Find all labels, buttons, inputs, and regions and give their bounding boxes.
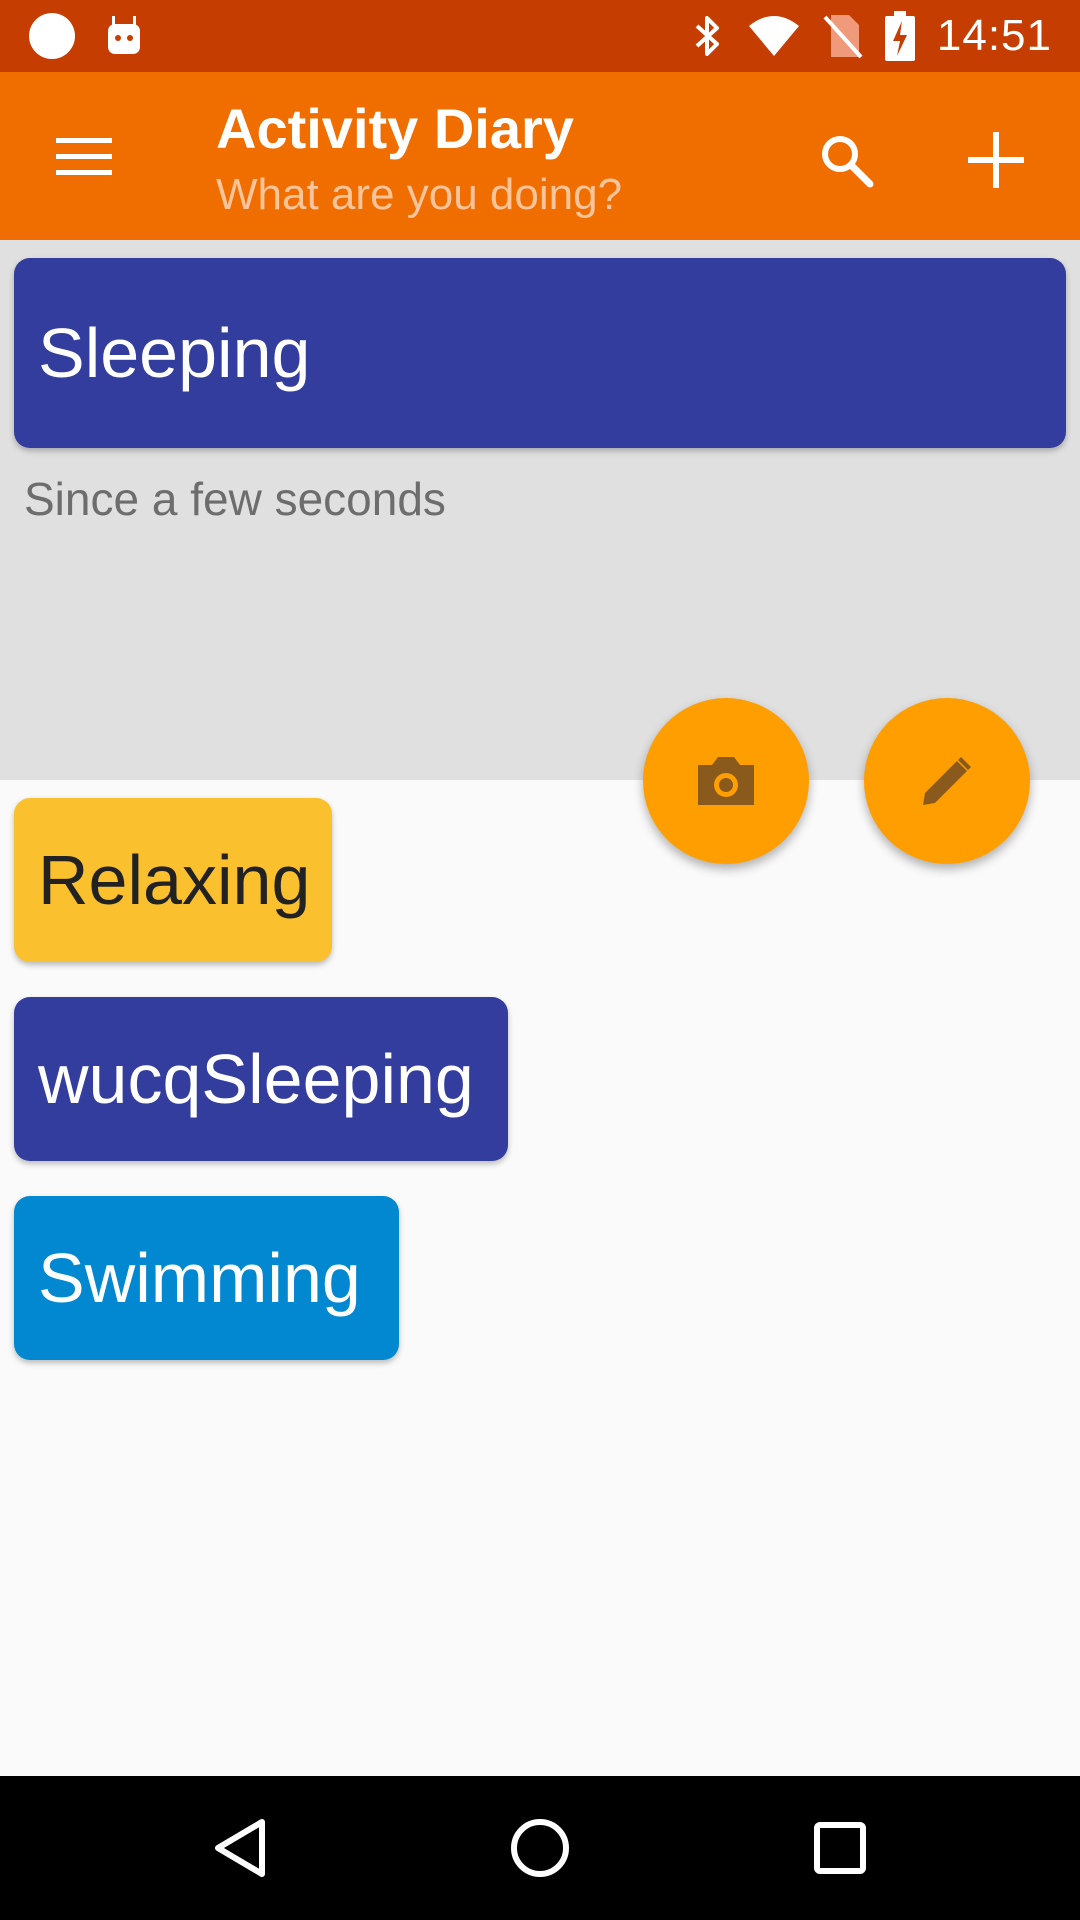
back-icon	[215, 1819, 265, 1877]
home-button[interactable]	[480, 1798, 600, 1898]
home-icon	[511, 1819, 569, 1877]
circle-notification-icon	[29, 13, 75, 59]
edit-note-button[interactable]	[864, 698, 1030, 864]
edit-icon	[923, 757, 971, 805]
status-bar: 14:51	[0, 0, 1080, 72]
search-button[interactable]	[800, 114, 892, 206]
activity-chip[interactable]: Swimming	[14, 1196, 399, 1360]
camera-button[interactable]	[643, 698, 809, 864]
menu-button[interactable]	[36, 112, 132, 200]
navigation-bar	[0, 1776, 1080, 1920]
activity-chip-label: wucqSleeping	[38, 1040, 474, 1118]
no-sim-icon	[823, 15, 863, 59]
activity-chip[interactable]: wucqSleeping	[14, 997, 508, 1161]
recents-icon	[814, 1822, 866, 1874]
app-bar: Activity Diary What are you doing?	[0, 72, 1080, 240]
app-title: Activity Diary	[216, 97, 574, 160]
current-activity-panel: Sleeping Since a few seconds	[0, 240, 1080, 780]
add-icon	[968, 132, 1024, 188]
battery-charging-icon	[884, 11, 915, 61]
back-button[interactable]	[180, 1798, 300, 1898]
wifi-icon	[748, 16, 799, 56]
recents-button[interactable]	[780, 1798, 900, 1898]
activity-chip[interactable]: Relaxing	[14, 798, 332, 962]
activity-chip-label: Swimming	[38, 1239, 361, 1317]
current-activity-label: Sleeping	[38, 314, 311, 392]
status-time: 14:51	[936, 11, 1052, 60]
activity-duration: Since a few seconds	[24, 473, 446, 525]
camera-icon	[698, 757, 754, 805]
activity-chip-label: Relaxing	[38, 841, 311, 919]
current-activity-card[interactable]: Sleeping	[14, 258, 1066, 448]
menu-icon	[56, 138, 112, 175]
app-subtitle: What are you doing?	[216, 170, 623, 219]
search-icon	[822, 136, 874, 188]
android-icon	[108, 16, 140, 54]
bluetooth-icon	[695, 16, 719, 56]
add-activity-button[interactable]	[950, 114, 1042, 206]
